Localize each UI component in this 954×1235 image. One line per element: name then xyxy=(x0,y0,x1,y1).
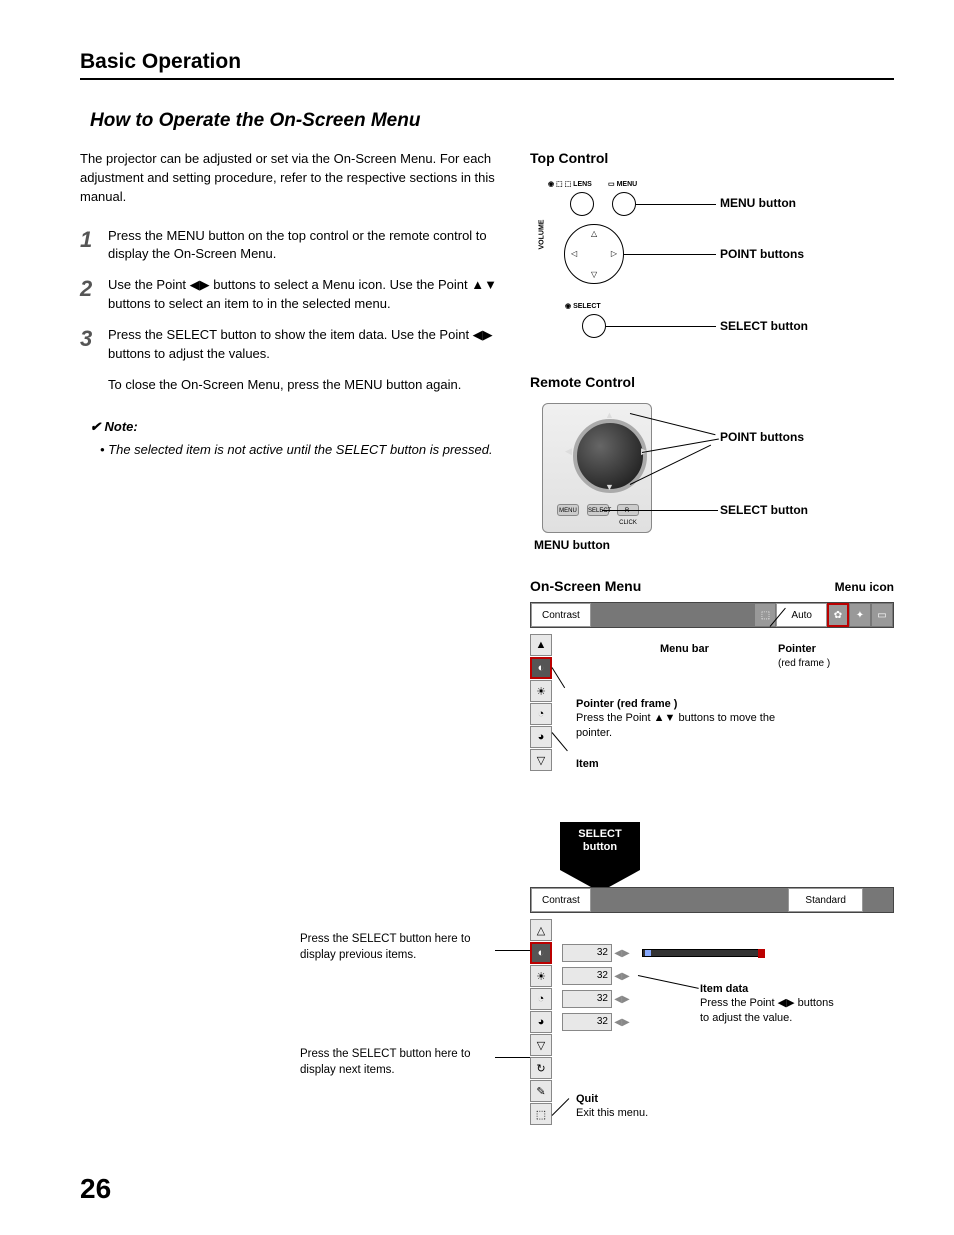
step-text: Use the Point ◀▶ buttons to select a Men… xyxy=(108,276,500,314)
item-data-heading: Item data xyxy=(700,983,748,995)
menu-bar: Contrast ⬚ Auto ✿ ✦ ▭ xyxy=(530,602,894,628)
adj-reset-icon: ↻ xyxy=(530,1057,552,1079)
callout-remote-menu: MENU button xyxy=(534,538,610,552)
left-right-icon: ◀▶ xyxy=(612,1017,632,1028)
pointer-red-heading: Pointer (red frame ) xyxy=(576,698,677,710)
adj-brightness-icon: ☀ xyxy=(530,965,552,987)
item-contrast-icon: ◐ xyxy=(530,657,552,679)
callout-remote-select: SELECT button xyxy=(720,503,808,517)
adjust-bar-standard: Standard xyxy=(788,888,863,912)
section-title: Basic Operation xyxy=(80,50,894,80)
quit-heading: Quit xyxy=(576,1093,598,1105)
on-screen-menu-section: On-Screen Menu Menu icon Contrast ⬚ Auto… xyxy=(530,578,894,1126)
step-text: Press the SELECT button to show the item… xyxy=(108,326,500,364)
note-text: The selected item is not active until th… xyxy=(100,441,500,459)
adj-quit-icon: ⬚ xyxy=(530,1103,552,1125)
adj-tint-icon: ◕ xyxy=(530,1011,552,1033)
note-heading: Note: xyxy=(90,419,500,435)
menu-button-icon xyxy=(612,192,636,216)
step-number: 2 xyxy=(80,276,108,314)
adjust-value: 32 xyxy=(562,967,612,985)
scroll-down-icon: ▽ xyxy=(530,749,552,771)
adj-scroll-down-icon: ▽ xyxy=(530,1034,552,1056)
left-right-icon: ◀▶ xyxy=(612,971,632,982)
adjust-value: 32 xyxy=(562,1013,612,1031)
adjust-value: 32 xyxy=(562,990,612,1008)
menu-icon-selected: ✿ xyxy=(827,603,849,627)
item-color-icon: ◔ xyxy=(530,703,552,725)
remote-menu-button: MENU xyxy=(557,504,579,516)
page-number: 26 xyxy=(80,1173,111,1205)
lens-label: ◉ ⬚ ⬚ LENS xyxy=(548,180,592,188)
step: 1 Press the MENU button on the top contr… xyxy=(80,227,500,265)
quit-text: Exit this menu. xyxy=(576,1107,648,1119)
scroll-up-icon: ▲ xyxy=(530,634,552,656)
pointer-red-text: Press the Point ▲▼ buttons to move the p… xyxy=(576,712,775,738)
adjust-value: 32 xyxy=(562,944,612,962)
step-number: 3 xyxy=(80,326,108,364)
left-right-icon: ◀▶ xyxy=(612,948,632,959)
intro-paragraph: The projector can be adjusted or set via… xyxy=(80,150,500,207)
adj-color-icon: ◔ xyxy=(530,988,552,1010)
step: 3 Press the SELECT button to show the it… xyxy=(80,326,500,364)
page-subtitle: How to Operate the On-Screen Menu xyxy=(90,110,894,132)
remote-control-diagram: ▲ ▼ ◀ ▶ MENU SELECT R-CLICK POINT button… xyxy=(530,398,894,563)
step: 2 Use the Point ◀▶ buttons to select a M… xyxy=(80,276,500,314)
item-label: Item xyxy=(576,757,599,771)
select-button-icon xyxy=(582,314,606,338)
volume-label: VOLUME xyxy=(539,220,546,250)
prev-items-note: Press the SELECT button here to display … xyxy=(300,932,495,963)
remote-control-heading: Remote Control xyxy=(530,374,894,390)
left-right-icon: ◀▶ xyxy=(612,994,632,1005)
adj-store-icon: ✎ xyxy=(530,1080,552,1102)
osm-heading: On-Screen Menu xyxy=(530,578,641,594)
menu-icon-callout: Menu icon xyxy=(835,580,894,594)
callout-point-buttons: POINT buttons xyxy=(720,247,804,261)
lens-button-icon xyxy=(570,192,594,216)
top-control-diagram: ◉ ⬚ ⬚ LENS ▭ MENU △ ▽ ◁ ▷ VOLUME ◉ SELEC… xyxy=(530,174,894,354)
menu-icon-3: ▭ xyxy=(871,603,893,627)
menu-bar-label: Menu bar xyxy=(660,642,709,656)
step-text: Press the MENU button on the top control… xyxy=(108,227,500,265)
top-control-heading: Top Control xyxy=(530,150,894,166)
instructions-column: The projector can be adjusted or set via… xyxy=(80,150,500,1126)
item-column: ▲ ◐ ☀ ◔ ◕ ▽ xyxy=(530,634,552,772)
slider-icon xyxy=(642,949,762,957)
callout-menu-button: MENU button xyxy=(720,196,796,210)
remote-body-icon: ▲ ▼ ◀ ▶ MENU SELECT R-CLICK xyxy=(542,403,652,533)
callout-remote-point: POINT buttons xyxy=(720,430,804,444)
adj-scroll-up-icon: △ xyxy=(530,919,552,941)
adjust-bar-contrast: Contrast xyxy=(531,888,591,912)
pointer-label: Pointer xyxy=(778,643,816,655)
item-brightness-icon: ☀ xyxy=(530,680,552,702)
close-note: To close the On-Screen Menu, press the M… xyxy=(108,376,500,395)
select-label: ◉ SELECT xyxy=(565,302,601,310)
diagram-column: Top Control ◉ ⬚ ⬚ LENS ▭ MENU △ ▽ ◁ ▷ VO… xyxy=(530,150,894,1126)
item-data-text: Press the Point ◀▶ buttons to adjust the… xyxy=(700,997,834,1023)
item-tint-icon: ◕ xyxy=(530,726,552,748)
menu-bar-contrast: Contrast xyxy=(531,603,591,627)
dpad-icon: △ ▽ ◁ ▷ xyxy=(564,224,624,284)
callout-select-button: SELECT button xyxy=(720,319,808,333)
adjust-menu: Contrast Standard △ ◐ ☀ ◔ ◕ xyxy=(530,887,894,1126)
select-arrow: SELECTbutton xyxy=(560,822,640,870)
pointer-sub: (red frame ) xyxy=(778,658,830,669)
adj-contrast-icon: ◐ xyxy=(530,942,552,964)
step-number: 1 xyxy=(80,227,108,265)
menu-bar-auto: Auto xyxy=(776,603,827,627)
menu-label: ▭ MENU xyxy=(608,180,637,188)
next-items-note: Press the SELECT button here to display … xyxy=(300,1047,495,1078)
menu-icon-2: ✦ xyxy=(849,603,871,627)
